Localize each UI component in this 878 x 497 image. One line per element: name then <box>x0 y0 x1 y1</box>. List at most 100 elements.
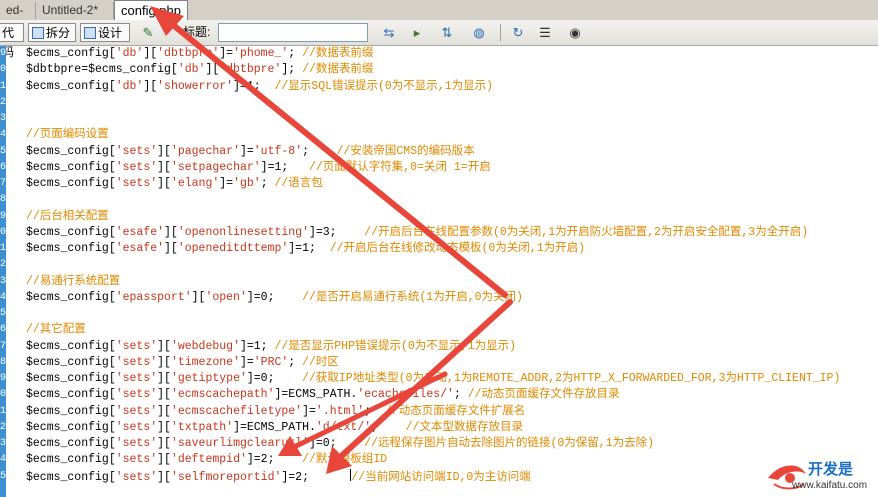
title-field[interactable] <box>218 23 368 42</box>
refresh-icon[interactable]: ↻ <box>509 24 527 42</box>
code-view-button[interactable]: 代码 <box>0 23 24 59</box>
code-token: ; <box>364 404 385 418</box>
code-text: $ecms_config['sets']['selfmoreportid']=2… <box>26 468 531 486</box>
line-number: 6 <box>0 161 6 173</box>
code-text: $ecms_config['db']['dbtbpre']='phome_'; … <box>26 46 373 62</box>
code-token: ; <box>260 177 275 190</box>
code-text: $dbtbpre=$ecms_config['db']['dbtbpre']; … <box>26 62 373 78</box>
code-string: 'epassport' <box>115 290 192 304</box>
code-token: ][ <box>143 79 158 93</box>
split-view-label: 拆分 <box>46 26 71 40</box>
line-number: 0 <box>0 64 6 76</box>
code-comment: //默认模板组ID <box>302 453 388 467</box>
code-token: ; <box>453 388 468 402</box>
line-number: 2 <box>0 259 6 271</box>
code-string: 'showerror' <box>157 79 234 93</box>
code-string: 'sets' <box>115 144 158 158</box>
code-token: ]=ECMS_PATH. <box>233 420 316 434</box>
code-text: //页面编码设置 <box>26 127 109 143</box>
code-token: ][ <box>157 160 171 174</box>
code-comment: //其它配置 <box>26 323 86 337</box>
tab-untitled-2[interactable]: Untitled-2* <box>36 2 114 19</box>
code-comment: //当前网站访问端ID,0为主访问端 <box>351 470 531 484</box>
code-text: $ecms_config['sets']['ecmscachepath']=EC… <box>26 387 620 403</box>
code-text: //其它配置 <box>26 322 86 338</box>
code-string: 'sets' <box>115 388 158 402</box>
code-token: ]= <box>302 404 316 418</box>
code-token: ; <box>288 47 303 60</box>
code-token: ][ <box>157 177 171 190</box>
code-text: //易通行系统配置 <box>26 274 120 290</box>
code-string: 'sets' <box>115 437 158 450</box>
code-comment: //显示SQL错误提示(0为不显示,1为显示) <box>274 79 493 93</box>
code-string: 'utf-8' <box>253 144 303 158</box>
code-token: $ecms_config[ <box>26 470 116 484</box>
split-view-button[interactable]: 拆分 <box>28 23 76 42</box>
code-string: '.html' <box>315 404 365 418</box>
line-number: 4 <box>0 454 6 466</box>
line-number: 1 <box>0 80 6 92</box>
code-editor[interactable]: 9 $ecms_config['db']['dbtbpre']='phome_';… <box>0 46 878 497</box>
code-token: $ecms_config[ <box>26 79 116 93</box>
preview-browser-icon[interactable]: ▸ <box>408 24 426 42</box>
tab-untitled-1[interactable]: ed-1* <box>0 2 36 34</box>
code-text: $ecms_config['epassport']['open']=0; //是… <box>26 290 523 306</box>
code-token: $ecms_config[ <box>26 355 116 369</box>
line-number: 5 <box>0 470 6 482</box>
code-string: 'ecmscachefiletype' <box>170 404 303 418</box>
code-text: $ecms_config['esafe']['openonlinesetting… <box>26 225 808 241</box>
code-token: $ecms_config[ <box>26 404 116 418</box>
code-comment: //获取IP地址类型(0为自动,1为REMOTE_ADDR,2为HTTP_X_F… <box>302 372 841 385</box>
code-string: 'webdebug' <box>170 339 240 353</box>
code-string: 'sets' <box>115 372 158 385</box>
code-token: $ecms_config[ <box>26 144 116 158</box>
line-number: 5 <box>0 308 6 319</box>
line-number: 5 <box>0 145 6 157</box>
tab-config-php[interactable]: config.php <box>114 0 188 20</box>
code-string: 'elang' <box>170 177 220 190</box>
code-token: ][ <box>205 63 220 77</box>
visual-aids-icon[interactable]: ◉ <box>566 24 584 42</box>
split-view-icon <box>32 27 44 39</box>
code-comment: //数据表前缀 <box>302 47 374 60</box>
refresh-design-icon[interactable]: ⇅ <box>438 24 456 42</box>
line-number: 3 <box>0 275 6 287</box>
code-text: $ecms_config['sets']['deftempid']=2; //默… <box>26 452 387 468</box>
line-number: 1 <box>0 405 6 417</box>
code-string: 'gb' <box>233 177 261 190</box>
code-string: 'PRC' <box>253 355 289 369</box>
code-token: ]=0; <box>308 437 365 450</box>
code-token: ]= <box>239 144 254 158</box>
line-number: 3 <box>0 438 6 449</box>
code-string: 'esafe' <box>115 242 165 255</box>
code-string: 'db' <box>115 79 144 93</box>
code-string: 'saveurlimgclearurl' <box>170 437 309 450</box>
code-text: $ecms_config['esafe']['openeditdttemp']=… <box>26 241 585 257</box>
code-token: $ecms_config[ <box>26 242 116 255</box>
code-token: ; <box>371 420 406 434</box>
code-string: 'txtpath' <box>170 420 234 434</box>
code-token: ]= <box>239 355 254 369</box>
line-number: 1 <box>0 243 6 254</box>
code-string: 'ecmscachepath' <box>170 388 275 402</box>
file-management-icon[interactable]: ⇆ <box>380 24 398 42</box>
code-token: ]=1; <box>288 242 330 255</box>
code-comment: //时区 <box>302 355 339 369</box>
line-number: 7 <box>0 178 6 189</box>
code-string: 'sets' <box>115 404 158 418</box>
code-token: ][ <box>164 225 178 239</box>
code-string: 'timezone' <box>170 355 240 369</box>
line-number: 8 <box>0 194 6 206</box>
view-options-icon[interactable]: ☰ <box>536 24 554 42</box>
globe-icon[interactable]: ◍ <box>470 24 488 42</box>
code-text: $ecms_config['sets']['webdebug']=1; //是否… <box>26 339 516 355</box>
code-token: ][ <box>157 372 171 385</box>
code-string: 'openeditdttemp' <box>177 242 289 255</box>
design-view-button[interactable]: 设计 <box>80 23 130 42</box>
code-comment: //页面默认字符集,0=关闭 1=开启 <box>308 160 491 174</box>
live-code-icon[interactable]: ✎ <box>139 24 157 42</box>
code-string: 'open' <box>205 290 247 304</box>
line-number: 4 <box>0 129 6 141</box>
code-token: ]=0; <box>246 290 303 304</box>
code-text: $ecms_config['sets']['setpagechar']=1; /… <box>26 160 491 176</box>
